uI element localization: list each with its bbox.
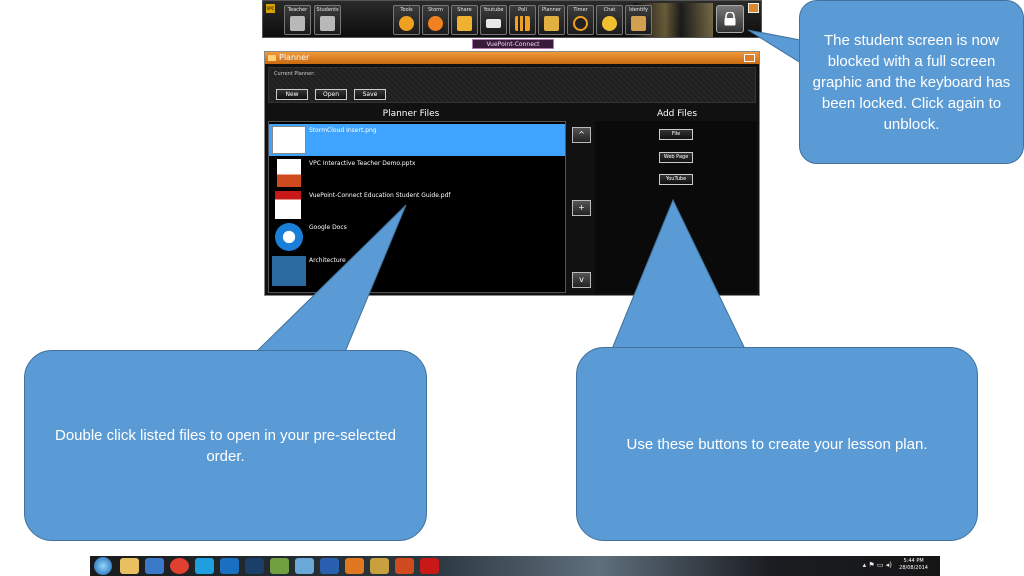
chat-button[interactable]: Chat [596, 5, 623, 35]
vpc-logo: VPC [266, 4, 275, 13]
outlook-icon[interactable] [220, 558, 239, 574]
students-desk-icon [320, 16, 335, 31]
new-button[interactable]: New [276, 89, 308, 100]
planner-window-icon [268, 55, 276, 61]
youtube-label: Youtube [483, 7, 504, 13]
file-name: Architecture [309, 257, 346, 264]
scroll-add-button[interactable]: + [572, 200, 591, 216]
clock-time: 5:44 PM [903, 558, 924, 564]
add-files-panel: File Web Page YouTube [595, 121, 757, 293]
share-button[interactable]: Share [451, 5, 478, 35]
windows-start-icon[interactable] [94, 557, 112, 575]
file-explorer-icon[interactable] [120, 558, 139, 574]
timer-label: Timer [573, 7, 588, 13]
add-web-page-button[interactable]: Web Page [659, 152, 693, 163]
teacher-label: Teacher [287, 7, 308, 13]
video-thumbnail-icon [272, 256, 306, 286]
chrome-icon[interactable] [170, 558, 189, 574]
tools-label: Tools [400, 7, 413, 13]
file-row-google-docs[interactable]: Google Docs [269, 221, 565, 253]
acrobat-icon[interactable] [420, 558, 439, 574]
file-row-pdf[interactable]: VuePoint-Connect Education Student Guide… [269, 189, 565, 221]
poll-label: Poll [518, 7, 527, 13]
poll-chart-icon [515, 16, 530, 31]
buttons-callout: Use these buttons to create your lesson … [576, 347, 978, 541]
timer-clock-icon [573, 16, 588, 31]
powerpoint-file-icon [277, 159, 301, 187]
planner-title-bar: Planner [265, 52, 759, 64]
teacher-button[interactable]: Teacher [284, 5, 311, 35]
open-button[interactable]: Open [315, 89, 347, 100]
image-thumbnail-icon [272, 126, 306, 154]
youtube-icon [486, 19, 501, 28]
word-icon[interactable] [320, 558, 339, 574]
paint-icon[interactable] [270, 558, 289, 574]
storm-cloud-icon [428, 16, 443, 31]
planner-files-header: Planner Files [382, 109, 440, 119]
file-name: VuePoint-Connect Education Student Guide… [309, 192, 451, 199]
current-planner-label: Current Planner: [274, 71, 315, 77]
clock-date: 28/08/2014 [899, 565, 928, 571]
file-row-pptx[interactable]: VPC Interactive Teacher Demo.pptx [269, 157, 565, 189]
lock-icon [724, 12, 736, 26]
planner-window: Planner Current Planner: New Open Save P… [264, 51, 760, 296]
lock-callout: The student screen is now blocked with a… [799, 0, 1024, 164]
system-tray[interactable]: ▴ ⚑ ▭ ◂) [863, 561, 892, 569]
notepad-icon[interactable] [295, 558, 314, 574]
scroll-up-button[interactable]: ^ [572, 127, 591, 143]
identify-label: Identify [629, 7, 648, 13]
storm-button[interactable]: Storm [422, 5, 449, 35]
file-name: StormCloud Insert.png [309, 127, 377, 134]
toolbar-minimize-button[interactable] [748, 3, 759, 13]
share-label: Share [457, 7, 472, 13]
file-name: Google Docs [309, 224, 347, 231]
add-file-button[interactable]: File [659, 129, 693, 140]
identify-button[interactable]: Identify [625, 5, 652, 35]
youtube-button[interactable]: Youtube [480, 5, 507, 35]
vpc-app-icon[interactable] [345, 558, 364, 574]
timer-button[interactable]: Timer [567, 5, 594, 35]
pdf-file-icon [275, 191, 301, 219]
gear-tools-icon [399, 16, 414, 31]
planner-label: Planner [542, 7, 561, 13]
students-button[interactable]: Students [314, 5, 341, 35]
students-label: Students [316, 7, 339, 13]
lock-screen-button[interactable] [716, 5, 744, 33]
tools-button[interactable]: Tools [393, 5, 420, 35]
teacher-desk-icon [290, 16, 305, 31]
brand-tab: VuePoint-Connect [472, 39, 554, 49]
add-youtube-button[interactable]: YouTube [659, 174, 693, 185]
planner-button[interactable]: Planner [538, 5, 565, 35]
internet-explorer-icon [275, 223, 303, 251]
planner-close-button[interactable] [744, 54, 755, 62]
poll-button[interactable]: Poll [509, 5, 536, 35]
photoshop-icon[interactable] [245, 558, 264, 574]
planner-calendar-icon [544, 16, 559, 31]
chat-label: Chat [603, 7, 616, 13]
chat-bubble-icon [602, 16, 617, 31]
add-files-header: Add Files [656, 109, 698, 119]
scroll-down-button[interactable]: v [572, 272, 591, 288]
planner-title: Planner [279, 53, 310, 62]
files-callout: Double click listed files to open in you… [24, 350, 427, 541]
identify-desk-icon [631, 16, 646, 31]
storm-label: Storm [427, 7, 444, 13]
windows-taskbar: ▴ ⚑ ▭ ◂) 5:44 PM 28/08/2014 [90, 556, 940, 576]
planner-file-list: StormCloud Insert.png VPC Interactive Te… [268, 121, 566, 293]
save-button[interactable]: Save [354, 89, 386, 100]
current-planner-panel: Current Planner: New Open Save [268, 67, 756, 103]
file-name: VPC Interactive Teacher Demo.pptx [309, 160, 416, 167]
media-player-icon[interactable] [145, 558, 164, 574]
powerpoint-icon[interactable] [395, 558, 414, 574]
taskbar-clock[interactable]: 5:44 PM 28/08/2014 [899, 558, 928, 572]
share-document-icon [457, 16, 472, 31]
pencil-app-icon[interactable] [370, 558, 389, 574]
file-row-stormcloud[interactable]: StormCloud Insert.png [269, 124, 565, 156]
vpc-toolbar: VPC Teacher Students Tools Storm Share Y… [262, 0, 762, 38]
file-row-architecture[interactable]: Architecture [269, 254, 565, 286]
skype-icon[interactable] [195, 558, 214, 574]
